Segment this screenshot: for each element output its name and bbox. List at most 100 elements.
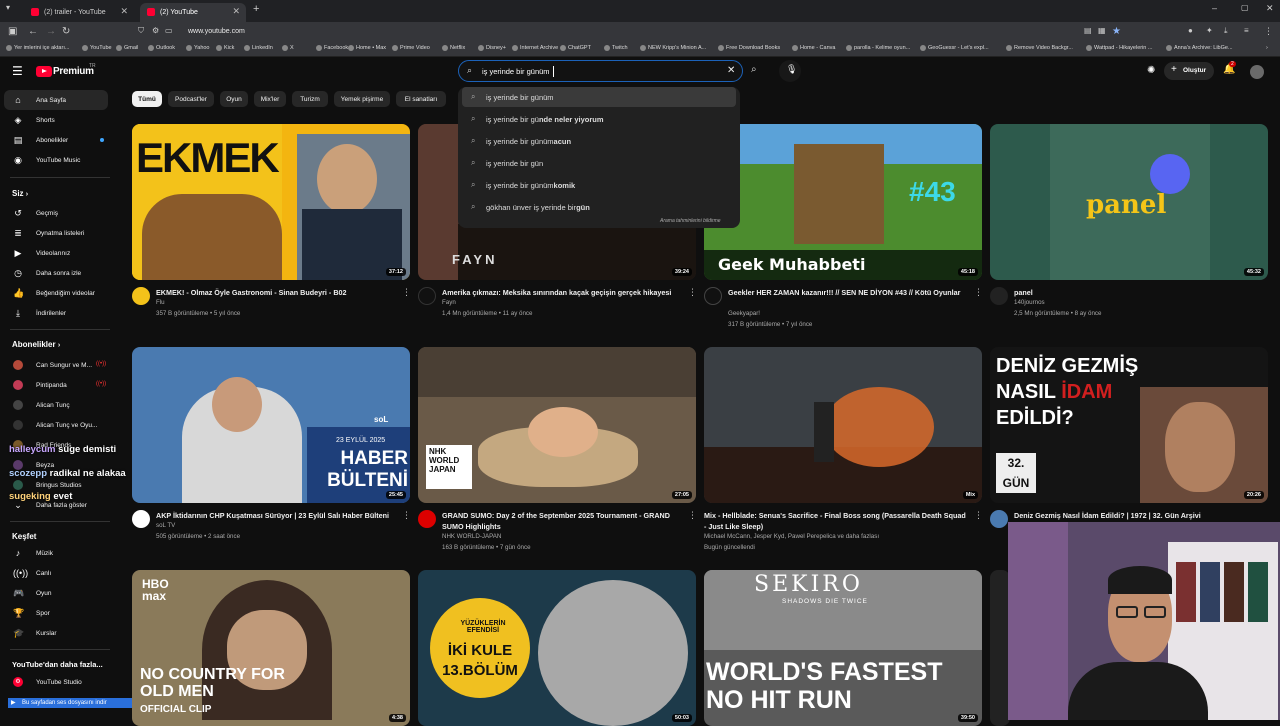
extension-icon[interactable]: ▦ bbox=[1098, 26, 1106, 35]
sidebar-item-courses[interactable]: 🎓 Kurslar bbox=[4, 623, 108, 643]
more-vert-icon[interactable]: ⋮ bbox=[402, 510, 411, 521]
bookmarks-overflow-icon[interactable]: › bbox=[1266, 45, 1268, 51]
channel-avatar[interactable] bbox=[704, 287, 722, 305]
camera-icon[interactable]: ▭ bbox=[165, 26, 173, 35]
sidebar-item-playlists[interactable]: ≣ Oynatma listeleri bbox=[4, 223, 108, 243]
channel-name[interactable]: soL TV bbox=[156, 521, 396, 531]
sidebar-item-downloads[interactable]: ⤓ İndirilenler bbox=[4, 303, 108, 323]
sidebar-item-youtube-studio[interactable]: ⚙ YouTube Studio bbox=[4, 672, 108, 692]
extensions-puzzle-icon[interactable]: ✦ bbox=[1206, 26, 1213, 35]
bookmark-star-icon[interactable]: ★ bbox=[1112, 26, 1121, 37]
sidebar-subscriptions-header[interactable]: Abonelikler › bbox=[12, 340, 60, 349]
chip-crafts[interactable]: El sanatları bbox=[396, 91, 446, 107]
cast-settings-icon[interactable]: ✺ bbox=[1147, 65, 1155, 76]
more-vert-icon[interactable]: ⋮ bbox=[974, 510, 983, 521]
channel-avatar[interactable] bbox=[132, 510, 150, 528]
video-title[interactable]: GRAND SUMO: Day 2 of the September 2025 … bbox=[442, 510, 682, 532]
channel-avatar[interactable] bbox=[418, 287, 436, 305]
channel-name[interactable]: 140journos bbox=[1014, 298, 1254, 308]
sidebar-item-sports[interactable]: 🏆 Spor bbox=[4, 603, 108, 623]
channel-avatar[interactable] bbox=[990, 510, 1008, 528]
bookmark-item[interactable]: Kick bbox=[216, 45, 234, 51]
bookmark-item[interactable]: NEW Kripp's Minion A... bbox=[640, 45, 706, 51]
tab-search-icon[interactable]: ▾ bbox=[6, 3, 10, 12]
chip-podcasts[interactable]: Podcast'ler bbox=[168, 91, 214, 107]
channel-name[interactable]: NHK WORLD-JAPAN bbox=[442, 532, 682, 542]
bookmark-item[interactable]: Twitch bbox=[604, 45, 628, 51]
video-title[interactable]: Geekler HER ZAMAN kazanır!!! // SEN NE D… bbox=[728, 287, 968, 298]
video-thumbnail[interactable]: YÜZÜKLERİN EFENDİSİ İKİ KULE 13.BÖLÜM 50… bbox=[418, 570, 696, 726]
sidebar-sub-item[interactable]: Pintipanda ((•)) bbox=[4, 375, 108, 395]
bookmark-item[interactable]: Home • Max bbox=[348, 45, 386, 51]
sidebar-sub-item[interactable]: Alican Tunç ve Oyu... bbox=[4, 415, 108, 435]
bookmark-item[interactable]: Netflix bbox=[442, 45, 465, 51]
suggestion-item[interactable]: ⌕ iş yerinde bir gün bbox=[462, 153, 736, 173]
channel-avatar[interactable] bbox=[990, 287, 1008, 305]
create-button[interactable]: + Oluştur bbox=[1164, 62, 1214, 80]
extension-icon[interactable]: ▤ bbox=[1084, 26, 1092, 35]
browser-tab-active[interactable]: (2) YouTube ✕ bbox=[140, 3, 246, 22]
channel-avatar[interactable] bbox=[418, 510, 436, 528]
chip-gaming[interactable]: Oyun bbox=[220, 91, 248, 107]
channel-name[interactable]: Geekyapar! bbox=[728, 309, 968, 319]
channel-name[interactable]: Fayn bbox=[442, 298, 682, 308]
suggestion-item[interactable]: ⌕ iş yerinde bir günüm acun bbox=[462, 131, 736, 151]
chip-all[interactable]: Tümü bbox=[132, 91, 162, 107]
video-thumbnail[interactable]: soL 23 EYLÜL 2025 HABER BÜLTENİ 25:45 bbox=[132, 347, 410, 503]
bookmark-item[interactable]: LinkedIn bbox=[244, 45, 273, 51]
close-icon[interactable]: ✕ bbox=[232, 6, 240, 17]
video-thumbnail[interactable]: #43 Geek Muhabbeti 45:18 bbox=[704, 124, 982, 280]
suggestion-item[interactable]: ⌕ iş yerinde bir günüm komik bbox=[462, 175, 736, 195]
more-vert-icon[interactable]: ⋮ bbox=[974, 287, 983, 298]
forward-icon[interactable]: → bbox=[46, 26, 56, 37]
browser-tab[interactable]: (2) trailer - YouTube ✕ bbox=[24, 3, 134, 22]
more-vert-icon[interactable]: ⋮ bbox=[402, 287, 411, 298]
bookmark-item[interactable]: Outlook bbox=[148, 45, 175, 51]
bookmark-item[interactable]: Free Download Books bbox=[718, 45, 780, 51]
video-title[interactable]: EKMEK! - Olmaz Öyle Gastronomi - Sinan B… bbox=[156, 287, 396, 298]
bookmark-item[interactable]: Yer imlerini içe aktarı... bbox=[6, 45, 69, 51]
youtube-logo-icon[interactable] bbox=[36, 66, 52, 77]
video-title[interactable]: AKP İktidarının CHP Kuşatması Sürüyor | … bbox=[156, 510, 396, 521]
bookmark-item[interactable]: Wattpad - Hikayelerin ... bbox=[1086, 45, 1152, 51]
video-title[interactable]: Mix - Hellblade: Senua's Sacrifice - Fin… bbox=[704, 510, 969, 532]
channel-name[interactable]: Flu bbox=[156, 298, 396, 308]
video-thumbnail[interactable] bbox=[990, 570, 1010, 726]
maximize-icon[interactable]: ▢ bbox=[1241, 3, 1249, 12]
sidebar-item-subscriptions[interactable]: ▤ Abonelikler bbox=[4, 130, 108, 150]
bookmark-item[interactable]: Yahoo bbox=[186, 45, 210, 51]
search-button[interactable]: ⌕ bbox=[742, 60, 772, 82]
site-info-icon[interactable]: ⚙ bbox=[152, 26, 159, 35]
clear-search-icon[interactable]: ✕ bbox=[727, 65, 735, 76]
bookmark-item[interactable]: YouTube bbox=[82, 45, 112, 51]
sidebar-item-liked-videos[interactable]: 👍 Beğendiğim videolar bbox=[4, 283, 108, 303]
more-vert-icon[interactable]: ⋮ bbox=[1264, 26, 1273, 37]
more-vert-icon[interactable]: ⋮ bbox=[688, 287, 697, 298]
video-thumbnail[interactable]: panel 45:32 bbox=[990, 124, 1268, 280]
bookmark-item[interactable]: GeoGuessr - Let's expl... bbox=[920, 45, 989, 51]
new-tab-icon[interactable]: + bbox=[253, 3, 259, 15]
bookmark-item[interactable]: Internet Archive bbox=[512, 45, 558, 51]
video-thumbnail[interactable]: DENİZ GEZMİŞ NASIL İDAM EDİLDİ? 32. GÜN 2… bbox=[990, 347, 1268, 503]
shield-icon[interactable]: ⛉ bbox=[138, 26, 144, 36]
video-thumbnail[interactable]: EKMEK 37:12 bbox=[132, 124, 410, 280]
sidebar-you-header[interactable]: Siz › bbox=[12, 189, 28, 198]
sidebar-sub-item[interactable]: Can Sungur ve M... ((•)) bbox=[4, 355, 108, 375]
bookmark-item[interactable]: Prime Video bbox=[392, 45, 430, 51]
video-thumbnail[interactable]: SEKIRO SHADOWS DIE TWICE WORLD'S FASTEST… bbox=[704, 570, 982, 726]
bookmark-item[interactable]: ChatGPT bbox=[560, 45, 591, 51]
bookmark-item[interactable]: Disney+ bbox=[478, 45, 506, 51]
channel-avatar[interactable] bbox=[132, 287, 150, 305]
sidebar-item-shorts[interactable]: ◈ Shorts bbox=[4, 110, 108, 130]
channel-name[interactable]: Michael McCann, Jesper Kyd, Pawel Perepe… bbox=[704, 532, 944, 542]
avatar[interactable] bbox=[1250, 65, 1264, 79]
sidebar-item-home[interactable]: ⌂ Ana Sayfa bbox=[4, 90, 108, 110]
menu-icon[interactable]: ≡ bbox=[1244, 26, 1249, 35]
window-close-icon[interactable]: ✕ bbox=[1266, 3, 1274, 14]
chip-tourism[interactable]: Turizm bbox=[292, 91, 328, 107]
suggestion-item[interactable]: ⌕ iş yerinde bir günüm bbox=[462, 87, 736, 107]
video-thumbnail[interactable]: NHK WORLD JAPAN 27:05 bbox=[418, 347, 696, 503]
search-input[interactable]: iş yerinde bir günüm bbox=[482, 67, 550, 76]
sidebar-item-live[interactable]: ((•)) Canlı bbox=[4, 563, 108, 583]
guide-menu-icon[interactable]: ☰ bbox=[12, 64, 23, 78]
